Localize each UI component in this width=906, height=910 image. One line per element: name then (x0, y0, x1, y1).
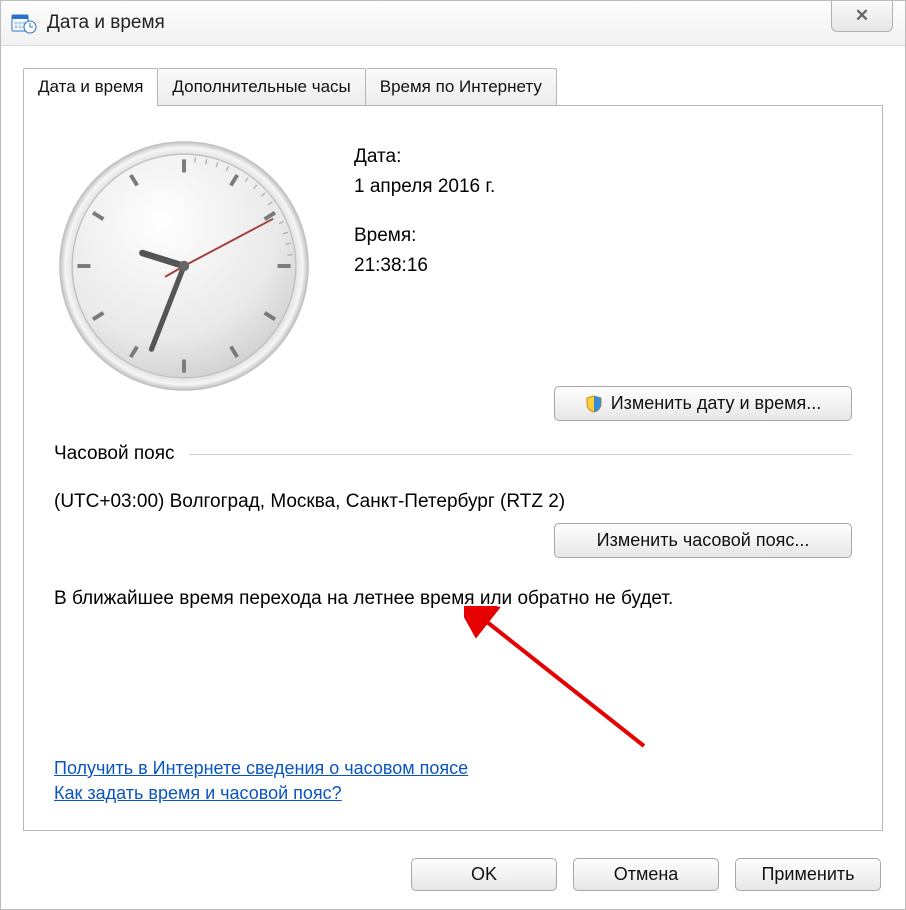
tab-pane: Дата: 1 апреля 2016 г. Время: 21:38:16 И… (23, 105, 883, 831)
ok-button[interactable]: OK (411, 858, 557, 891)
date-value: 1 апреля 2016 г. (354, 172, 495, 202)
link-tz-info[interactable]: Получить в Интернете сведения о часовом … (54, 758, 468, 779)
tab-additional-clocks[interactable]: Дополнительные часы (158, 68, 365, 105)
apply-button[interactable]: Применить (735, 858, 881, 891)
date-time-icon (11, 12, 37, 34)
tab-internet-time[interactable]: Время по Интернету (366, 68, 557, 105)
date-label: Дата: (354, 142, 495, 172)
time-label: Время: (354, 221, 495, 251)
tab-date-time[interactable]: Дата и время (23, 68, 158, 105)
dialog-buttons: OK Отмена Применить (23, 858, 883, 891)
help-links: Получить в Интернете сведения о часовом … (54, 754, 468, 804)
titlebar: Дата и время (1, 1, 905, 46)
close-button[interactable]: ✕ (831, 1, 893, 32)
timezone-value: (UTC+03:00) Волгоград, Москва, Санкт-Пет… (54, 491, 852, 513)
time-value: 21:38:16 (354, 251, 495, 281)
annotation-arrow (464, 606, 654, 756)
tab-strip: Дата и время Дополнительные часы Время п… (23, 68, 883, 105)
link-set-time[interactable]: Как задать время и часовой пояс? (54, 783, 468, 804)
analog-clock (54, 136, 314, 396)
dst-info: В ближайшее время перехода на летнее вре… (54, 588, 852, 610)
timezone-section-header: Часовой пояс (54, 443, 852, 465)
cancel-button[interactable]: Отмена (573, 858, 719, 891)
close-icon: ✕ (855, 6, 869, 26)
shield-icon (585, 395, 603, 413)
change-timezone-button[interactable]: Изменить часовой пояс... (554, 523, 852, 558)
change-date-time-button[interactable]: Изменить дату и время... (554, 386, 852, 421)
window-title: Дата и время (47, 12, 165, 34)
date-time-dialog: Дата и время ✕ Дата и время Дополнительн… (0, 0, 906, 910)
